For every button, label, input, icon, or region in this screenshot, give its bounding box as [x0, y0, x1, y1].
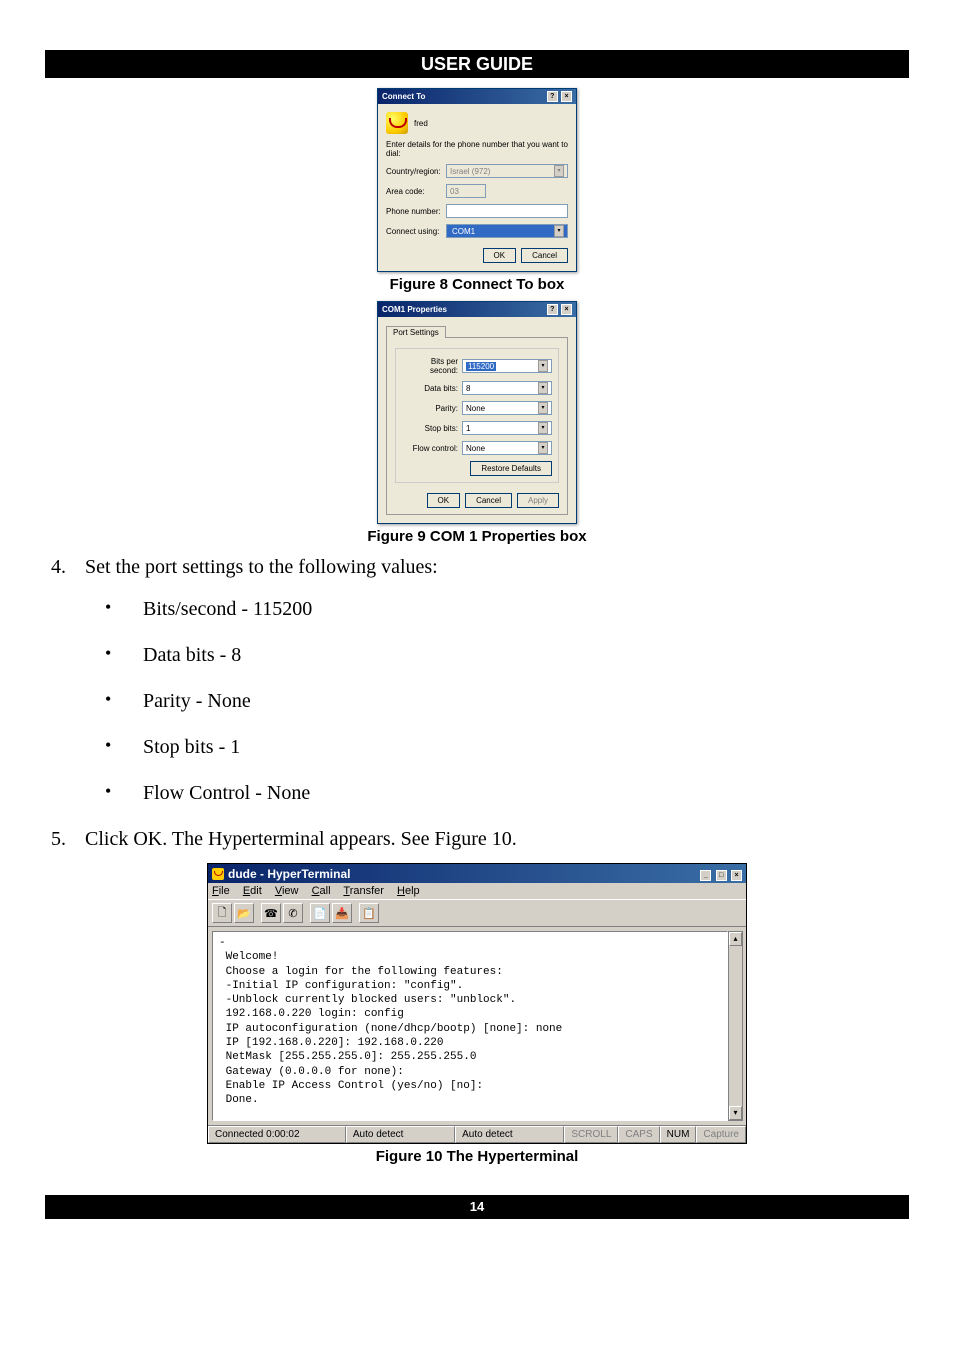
com1-titlebar: COM1 Properties ? × — [378, 302, 576, 317]
help-icon[interactable]: ? — [547, 304, 558, 315]
cancel-button[interactable]: Cancel — [465, 493, 512, 508]
connect-using-label: Connect using: — [386, 227, 446, 236]
connect-using-select[interactable]: COM1▾ — [446, 224, 568, 238]
ok-button[interactable]: OK — [483, 248, 517, 263]
footer-page-number: 14 — [45, 1195, 909, 1219]
databits-select[interactable]: 8▾ — [462, 381, 552, 395]
port-settings-tab[interactable]: Port Settings — [386, 326, 446, 338]
flow-label: Flow control: — [402, 444, 462, 453]
stopbits-select[interactable]: 1▾ — [462, 421, 552, 435]
window-controls: ? × — [546, 304, 572, 315]
close-icon[interactable]: × — [731, 870, 742, 881]
edit-menu[interactable]: Edit — [243, 885, 262, 897]
parity-label: Parity: — [402, 404, 462, 413]
hyperterminal-titlebar: dude - HyperTerminal _ □ × — [208, 864, 746, 883]
figure-8-caption: Figure 8 Connect To box — [45, 276, 909, 293]
bps-select[interactable]: 115200▾ — [462, 359, 552, 373]
cancel-button[interactable]: Cancel — [521, 248, 568, 263]
connection-name: fred — [414, 119, 428, 128]
step-number-5: 5. — [45, 825, 85, 853]
list-item: Flow Control - None — [105, 779, 909, 807]
status-detect1: Auto detect — [346, 1126, 455, 1143]
maximize-icon[interactable]: □ — [716, 870, 727, 881]
country-select[interactable]: Israel (972)▾ — [446, 164, 568, 178]
file-menu[interactable]: File — [212, 885, 230, 897]
connect-to-dialog: Connect To ? × fred Enter details for th… — [377, 88, 577, 272]
status-detect2: Auto detect — [455, 1126, 564, 1143]
ok-button[interactable]: OK — [427, 493, 461, 508]
list-item: Data bits - 8 — [105, 641, 909, 669]
step-4-text: Set the port settings to the following v… — [85, 553, 909, 581]
phone-label: Phone number: — [386, 207, 446, 216]
transfer-menu[interactable]: Transfer — [343, 885, 384, 897]
chevron-down-icon[interactable]: ▾ — [538, 442, 548, 454]
list-item: Bits/second - 115200 — [105, 595, 909, 623]
scroll-down-icon[interactable]: ▾ — [729, 1106, 742, 1120]
chevron-down-icon[interactable]: ▾ — [554, 165, 564, 177]
phone-input[interactable] — [446, 204, 568, 218]
chevron-down-icon[interactable]: ▾ — [538, 360, 548, 372]
list-item: Parity - None — [105, 687, 909, 715]
window-controls: _ □ × — [699, 866, 742, 881]
help-icon[interactable]: ? — [547, 91, 558, 102]
settings-bullet-list: Bits/second - 115200 Data bits - 8 Parit… — [105, 595, 909, 807]
instructions-text: Enter details for the phone number that … — [386, 140, 568, 158]
chevron-down-icon[interactable]: ▾ — [538, 422, 548, 434]
com1-title: COM1 Properties — [382, 305, 447, 314]
toolbar: 🗋 📂 ☎ ✆ 📄 📥 📋 — [208, 899, 746, 927]
call-menu[interactable]: Call — [312, 885, 331, 897]
country-label: Country/region: — [386, 167, 446, 176]
view-menu[interactable]: View — [275, 885, 299, 897]
new-icon[interactable]: 🗋 — [212, 903, 232, 923]
area-input[interactable]: 03 — [446, 184, 486, 198]
list-item: Stop bits - 1 — [105, 733, 909, 761]
flow-select[interactable]: None▾ — [462, 441, 552, 455]
help-menu[interactable]: Help — [397, 885, 420, 897]
close-icon[interactable]: × — [561, 304, 572, 315]
figure-9-caption: Figure 9 COM 1 Properties box — [45, 528, 909, 545]
header-bar: USER GUIDE — [45, 50, 909, 78]
step-number-4: 4. — [45, 553, 85, 581]
open-icon[interactable]: 📂 — [234, 903, 254, 923]
restore-defaults-button[interactable]: Restore Defaults — [470, 461, 552, 476]
phone-icon — [212, 868, 224, 880]
send-icon[interactable]: 📄 — [310, 903, 330, 923]
connect-icon[interactable]: ☎ — [261, 903, 281, 923]
receive-icon[interactable]: 📥 — [332, 903, 352, 923]
menubar: File Edit View Call Transfer Help — [208, 883, 746, 899]
status-connected: Connected 0:00:02 — [208, 1126, 346, 1143]
hyperterminal-title: dude - HyperTerminal — [228, 867, 350, 881]
minimize-icon[interactable]: _ — [700, 870, 711, 881]
status-capture: Capture — [696, 1126, 746, 1143]
bps-label: Bits per second: — [402, 357, 462, 375]
step-5-text: Click OK. The Hyperterminal appears. See… — [85, 825, 909, 853]
status-caps: CAPS — [618, 1126, 659, 1143]
chevron-down-icon[interactable]: ▾ — [538, 382, 548, 394]
terminal-content[interactable]: - Welcome! Choose a login for the follow… — [212, 931, 728, 1121]
chevron-down-icon[interactable]: ▾ — [554, 225, 564, 237]
disconnect-icon[interactable]: ✆ — [283, 903, 303, 923]
phone-icon — [386, 112, 408, 134]
figure-10-caption: Figure 10 The Hyperterminal — [45, 1148, 909, 1165]
close-icon[interactable]: × — [561, 91, 572, 102]
parity-select[interactable]: None▾ — [462, 401, 552, 415]
scroll-up-icon[interactable]: ▴ — [729, 932, 742, 946]
properties-icon[interactable]: 📋 — [359, 903, 379, 923]
hyperterminal-window: dude - HyperTerminal _ □ × File Edit Vie… — [207, 863, 747, 1144]
window-controls: ? × — [546, 91, 572, 102]
databits-label: Data bits: — [402, 384, 462, 393]
area-label: Area code: — [386, 187, 446, 196]
status-num: NUM — [660, 1126, 697, 1143]
instructions-section: 4. Set the port settings to the followin… — [45, 553, 909, 853]
chevron-down-icon[interactable]: ▾ — [538, 402, 548, 414]
status-bar: Connected 0:00:02 Auto detect Auto detec… — [208, 1125, 746, 1143]
connect-to-title: Connect To — [382, 92, 425, 101]
status-scroll: SCROLL — [564, 1126, 618, 1143]
connect-to-titlebar: Connect To ? × — [378, 89, 576, 104]
scrollbar[interactable]: ▴ ▾ — [728, 931, 743, 1121]
stopbits-label: Stop bits: — [402, 424, 462, 433]
com1-dialog: COM1 Properties ? × Port Settings Bits p… — [377, 301, 577, 524]
apply-button[interactable]: Apply — [517, 493, 559, 508]
